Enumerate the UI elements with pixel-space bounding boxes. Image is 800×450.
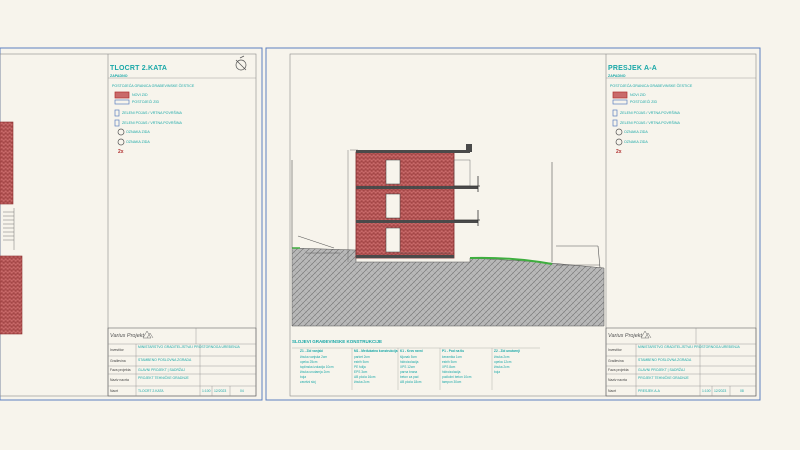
company-logo: [142, 330, 154, 339]
tb-label: Faza projekta: [608, 368, 629, 372]
company-name: Varius Projekt: [110, 333, 145, 339]
note-line: hidroizolacija: [442, 370, 461, 374]
note-line: podložni beton 10cm: [442, 375, 472, 379]
svg-text:2x: 2x: [616, 149, 622, 155]
note-line: žbuka unutarnja 2cm: [300, 370, 330, 374]
plan-wall-block: [0, 255, 23, 335]
tb-label: Investitor: [608, 348, 622, 352]
scale-value: 1:100: [202, 389, 211, 393]
tb-label: Naziv nacrta: [110, 378, 129, 382]
note-line: estrih 5cm: [354, 360, 369, 364]
note-line: boja: [494, 370, 501, 374]
sheet-title: PRESJEK A-A: [608, 65, 658, 72]
legend-item: OZNAKA ZIDA: [624, 140, 648, 144]
legend-item: POSTOJEĆA GRANICA GRAĐEVINSKE ČESTICE: [610, 84, 693, 88]
company-name: Varius Projekt: [608, 333, 643, 339]
note-line: opeka 25cm: [300, 360, 318, 364]
tb-value: PROJEKT TEHNIČKE GRADNJE: [138, 376, 189, 380]
tb-value: GLAVNI PROJEKT | SADRŽAJ: [138, 368, 185, 372]
note-line: žbuka vanjska 2cm: [300, 355, 328, 359]
note-line: opeka 12cm: [494, 360, 512, 364]
note-line: završni sloj: [300, 380, 316, 384]
note-line: žbuka 2cm: [494, 355, 510, 359]
note-heading: Z1 - Zid vanjski: [300, 349, 324, 353]
tb-label: Naziv nacrta: [608, 378, 627, 382]
date-value: 12/2023: [714, 389, 727, 393]
legend-item: ZELENI POJAS / VRTNA POVRŠINA: [122, 111, 182, 115]
tb-label: Investitor: [110, 348, 124, 352]
note-line: toplinska izolacija 10cm: [300, 365, 334, 369]
scale-value: 1:100: [702, 389, 711, 393]
note-line: estrih 5cm: [442, 360, 457, 364]
note-heading: K1 - Krov ravni: [400, 349, 423, 353]
note-line: EPS 3cm: [354, 370, 368, 374]
note-line: AB ploča 16cm: [354, 375, 376, 379]
legend-item: OZNAKA ZIDA: [126, 130, 150, 134]
note-heading: P1 - Pod na tlu: [442, 349, 465, 353]
note-line: boja: [300, 375, 307, 379]
legend-item: POSTOJEĆA GRANICA GRAĐEVINSKE ČESTICE: [112, 84, 195, 88]
date-value: 12/2023: [214, 389, 227, 393]
building-section: [347, 144, 480, 262]
note-line: žbuka 2cm: [494, 365, 510, 369]
drawing-name: TLOCRT 2.KATA: [138, 389, 164, 393]
sheet-number: 04: [240, 389, 244, 393]
plan-stairs: [3, 208, 15, 250]
note-line: XPS 12cm: [400, 365, 416, 369]
north-arrow-icon: [235, 55, 247, 71]
company-logo: [640, 330, 652, 339]
legend-heading: ZAPADNO: [608, 74, 626, 78]
tb-label: Građevina: [110, 359, 126, 363]
tb-value: PROJEKT TEHNIČKE GRADNJE: [638, 376, 689, 380]
note-line: šljunak 5cm: [400, 355, 417, 359]
drawing-name: PRESJEK A-A: [638, 389, 660, 393]
legend-item: NOVI ZID: [132, 93, 148, 97]
tb-value: STAMBENO POSLOVNA ZGRADA: [138, 358, 192, 362]
note-line: parna brana: [400, 370, 418, 374]
legend-heading: ZAPADNO: [110, 74, 128, 78]
legend-item: OZNAKA ZIDA: [624, 130, 648, 134]
note-line: AB ploča 18cm: [400, 380, 422, 384]
tb-label: Faza projekta: [110, 368, 131, 372]
note-line: beton za pad: [400, 375, 419, 379]
legend-item: ZELENI POJAS / VRTNA POVRŠINA: [122, 121, 182, 125]
tb-value: GLAVNI PROJEKT | SADRŽAJ: [638, 368, 685, 372]
note-line: žbuka 2cm: [354, 380, 370, 384]
note-heading: Z2 - Zid unutarnji: [494, 349, 520, 353]
tb-value: STAMBENO POSLOVNA ZGRADA: [638, 358, 692, 362]
tb-value: MINISTARSTVO GRADITELJSTVA I PROSTORNOGA…: [638, 345, 740, 349]
tb-label: Nacrt: [110, 389, 119, 393]
legend-item: ZELENI POJAS / VRTNA POVRŠINA: [620, 121, 680, 125]
legend-item: NOVI ZID: [630, 93, 646, 97]
note-line: tampon 30cm: [442, 380, 462, 384]
tb-value: MINISTARSTVO GRADITELJSTVA I PROSTORNOGA…: [138, 345, 240, 349]
sheet-number: 08: [740, 389, 744, 393]
legend-item: OZNAKA ZIDA: [126, 140, 150, 144]
sheet-title: TLOCRT 2.KATA: [110, 65, 168, 72]
svg-text:2x: 2x: [118, 149, 124, 155]
plan-wall-block: [0, 121, 14, 205]
tb-label: Građevina: [608, 359, 624, 363]
legend-item: POSTOJEĆI ZID: [132, 100, 160, 104]
note-line: hidroizolacija: [400, 360, 419, 364]
note-line: XPS 8cm: [442, 365, 456, 369]
tb-label: Nacrt: [608, 389, 617, 393]
note-line: PE folija: [354, 365, 366, 369]
legend-item: ZELENI POJAS / VRTNA POVRŠINA: [620, 111, 680, 115]
ground-section: [291, 247, 605, 327]
notes-title: SLOJEVI GRAĐEVINSKE KONSTRUKCIJE: [292, 339, 383, 344]
note-line: keramika 1cm: [442, 355, 462, 359]
note-heading: M1 - Međukatna konstrukcija: [354, 349, 398, 353]
legend-item: POSTOJEĆI ZID: [630, 100, 658, 104]
note-line: parket 2cm: [354, 355, 370, 359]
